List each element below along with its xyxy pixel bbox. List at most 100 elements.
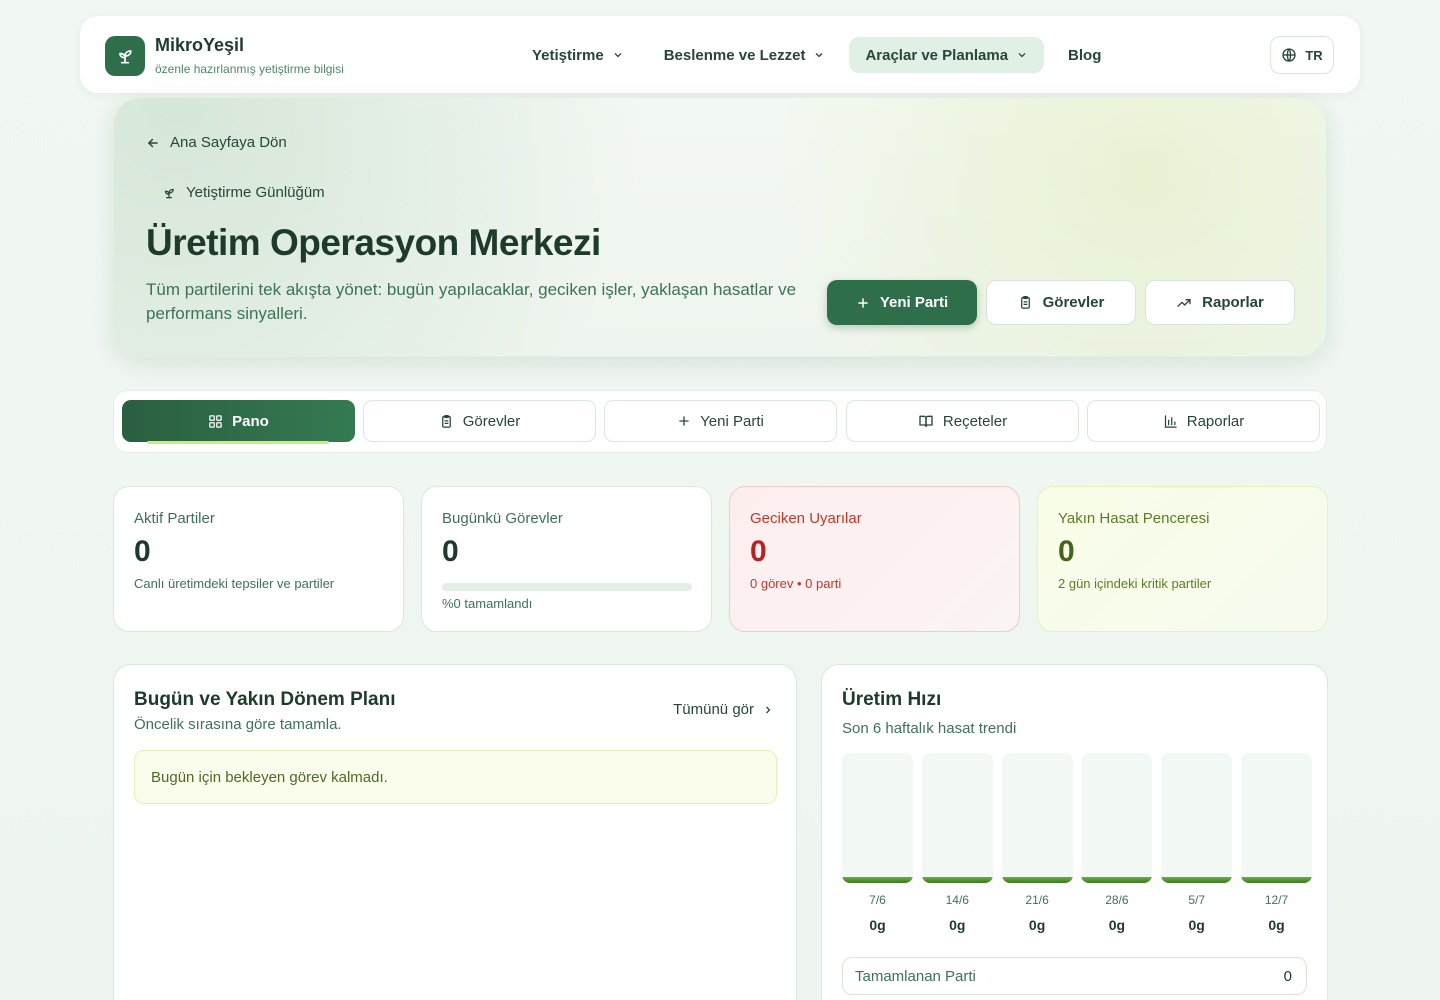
brand-name[interactable]: MikroYeşil [155, 35, 244, 56]
book-open-icon [919, 415, 933, 427]
plan-panel: Bugün ve Yakın Dönem Planı Öncelik sıras… [113, 664, 797, 1000]
see-all-link[interactable]: Tümünü gör [673, 701, 774, 718]
tasks-label: Görevler [1042, 294, 1105, 311]
completed-batches-row: Tamamlanan Parti 0 [842, 957, 1307, 995]
sprout-logo-icon[interactable] [105, 36, 145, 76]
back-home-label: Ana Sayfaya Dön [170, 134, 287, 151]
stat-label: Bugünkü Görevler [442, 510, 563, 527]
bar-value-label: 0g [869, 917, 886, 933]
stat-today-tasks: Bugünkü Görevler 0 %0 tamamlandı [421, 486, 712, 632]
tab-new-batch[interactable]: Yeni Parti [604, 400, 837, 442]
new-batch-button[interactable]: Yeni Parti [827, 280, 977, 325]
tab-reports[interactable]: Raporlar [1087, 400, 1320, 442]
plan-title: Bugün ve Yakın Dönem Planı [134, 689, 396, 710]
grid-icon [209, 414, 222, 428]
stat-subtext: %0 tamamlandı [442, 596, 533, 611]
nav-nutrition-label: Beslenme ve Lezzet [663, 46, 806, 64]
tab-recipes[interactable]: Reçeteler [846, 400, 1079, 442]
tab-tasks-label: Görevler [462, 412, 521, 430]
chevron-down-icon [1018, 53, 1026, 58]
x-tick-label: 12/7 [1264, 893, 1289, 907]
plan-subtitle: Öncelik sırasına göre tamamla. [134, 716, 342, 733]
plus-icon [679, 416, 689, 426]
bar-column [1001, 753, 1073, 883]
section-tabs: Pano Görevler Yeni Parti Reçeteler Rapor… [113, 390, 1327, 453]
chevron-down-icon [614, 53, 622, 58]
chevron-right-icon [766, 706, 771, 713]
back-home-link[interactable]: Ana Sayfaya Dön [146, 134, 287, 151]
x-tick-label: 14/6 [945, 893, 969, 907]
nav-growing[interactable]: Yetiştirme [516, 37, 640, 73]
bar-value-label: 0g [1028, 917, 1046, 933]
bar-value-label: 0g [1188, 917, 1205, 933]
clipboard-icon [1020, 295, 1030, 309]
nav-blog[interactable]: Blog [1052, 37, 1117, 73]
breadcrumb[interactable]: Yetiştirme Günlüğüm [162, 184, 325, 201]
speed-subtitle: Son 6 haftalık hasat trendi [842, 720, 1017, 737]
nav-tools[interactable]: Araçlar ve Planlama [849, 37, 1045, 73]
tab-tasks[interactable]: Görevler [363, 400, 596, 442]
stat-overdue-alerts: Geciken Uyarılar 0 0 görev • 0 parti [729, 486, 1020, 632]
production-speed-panel: Üretim Hızı Son 6 haftalık hasat trendi … [821, 664, 1328, 1000]
main-nav: Yetiştirme Beslenme ve Lezzet Araçlar ve… [516, 37, 1117, 73]
stat-value: 0 [442, 535, 459, 568]
stat-harvest-window: Yakın Hasat Penceresi 0 2 gün içindeki k… [1037, 486, 1328, 632]
completed-batches-value: 0 [1283, 967, 1292, 985]
stat-subtext: 2 gün içindeki kritik partiler [1058, 576, 1212, 591]
breadcrumb-label: Yetiştirme Günlüğüm [186, 184, 325, 201]
page-description: Tüm partilerini tek akışta yönet: bugün … [146, 280, 797, 323]
see-all-label: Tümünü gör [673, 701, 754, 718]
tab-recipes-label: Reçeteler [942, 412, 1008, 430]
bar-baseline [1241, 877, 1312, 883]
empty-tasks-note: Bugün için bekleyen görev kalmadı. [134, 750, 777, 804]
bar-value-label: 0g [1268, 917, 1285, 933]
bar-value-label: 0g [949, 917, 966, 933]
bar-baseline [1161, 877, 1233, 883]
tab-dashboard[interactable]: Pano [122, 400, 355, 444]
plus-icon [858, 297, 868, 308]
tasks-button[interactable]: Görevler [986, 280, 1136, 325]
arrow-left-icon [147, 138, 158, 147]
language-code: TR [1305, 47, 1323, 63]
clipboard-icon [441, 414, 451, 428]
bar-baseline [842, 877, 913, 883]
stat-value: 0 [1058, 535, 1075, 568]
stat-active-batches: Aktif Partiler 0 Canlı üretimdeki tepsil… [113, 486, 404, 632]
x-tick-label: 5/7 [1188, 893, 1206, 907]
x-tick-label: 21/6 [1025, 893, 1049, 907]
bar-baseline [1081, 877, 1153, 883]
language-switcher[interactable]: TR [1270, 36, 1334, 74]
top-navbar: MikroYeşil özenle hazırlanmış yetiştirme… [80, 16, 1360, 93]
nav-tools-label: Araçlar ve Planlama [865, 46, 1009, 64]
nav-nutrition[interactable]: Beslenme ve Lezzet [648, 37, 842, 73]
stat-subtext: Canlı üretimdeki tepsiler ve partiler [134, 576, 335, 591]
reports-button[interactable]: Raporlar [1145, 280, 1295, 325]
bar-column [1161, 753, 1233, 883]
stat-subtext: 0 görev • 0 parti [750, 576, 842, 591]
tab-dashboard-label: Pano [232, 412, 269, 430]
bar-baseline [921, 877, 993, 883]
trending-up-icon [1177, 298, 1191, 307]
brand-tagline: özenle hazırlanmış yetiştirme bilgisi [155, 62, 344, 76]
bar-column [921, 753, 993, 883]
completed-batches-label: Tamamlanan Parti [855, 967, 976, 985]
new-batch-label: Yeni Parti [879, 294, 949, 311]
x-tick-label: 28/6 [1105, 893, 1129, 907]
speed-title: Üretim Hızı [842, 689, 942, 710]
bar-column [1241, 753, 1312, 883]
stat-value: 0 [134, 535, 151, 568]
sprout-icon [164, 188, 174, 198]
tab-reports-label: Raporlar [1186, 412, 1245, 430]
page-title: Üretim Operasyon Merkezi [146, 222, 601, 263]
x-tick-label: 7/6 [869, 893, 886, 907]
nav-growing-label: Yetiştirme [532, 46, 604, 64]
nav-blog-label: Blog [1068, 46, 1102, 64]
stat-label: Geciken Uyarılar [750, 510, 862, 527]
bar-chart-icon [1164, 414, 1177, 428]
bar-column [1081, 753, 1153, 883]
progress-bar [442, 583, 692, 591]
bar-value-label: 0g [1108, 917, 1126, 933]
chevron-down-icon [816, 53, 823, 58]
hero-card: Ana Sayfaya Dön Yetiştirme Günlüğüm Üret… [113, 97, 1327, 357]
stat-label: Aktif Partiler [134, 510, 215, 527]
